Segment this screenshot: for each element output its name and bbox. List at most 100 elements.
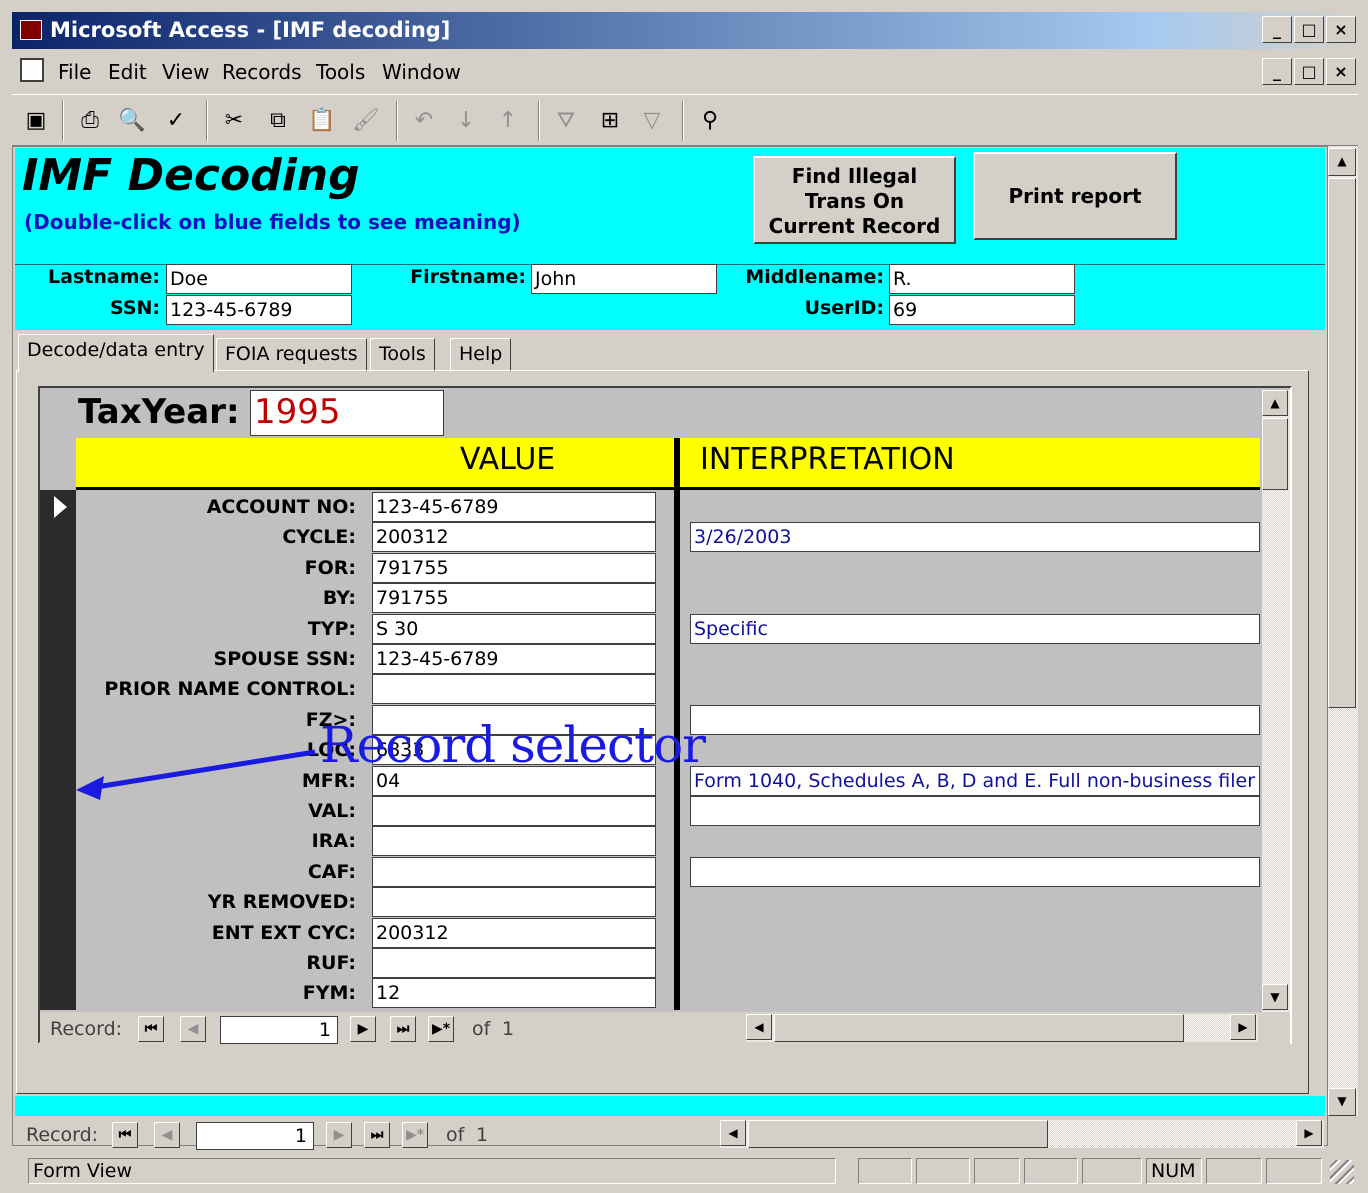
row-interpretation-field[interactable]	[690, 796, 1260, 826]
apply-filter-icon[interactable]: ▽	[634, 103, 670, 139]
subform-record-number-field[interactable]: 1	[220, 1016, 338, 1044]
main-new-record-icon[interactable]: ▶*	[402, 1122, 428, 1148]
filter-by-form-icon[interactable]: ⊞	[592, 103, 628, 139]
menu-tools[interactable]: Tools	[316, 60, 365, 84]
row-interpretation-field[interactable]	[690, 705, 1260, 735]
print-preview-icon[interactable]: 🔍	[114, 103, 150, 139]
userid-field[interactable]: 69	[889, 295, 1075, 325]
row-interpretation-field[interactable]: Specific	[690, 614, 1260, 644]
subform-scroll-down-button[interactable]: ▼	[1262, 984, 1288, 1010]
print-report-button[interactable]: Print report	[973, 152, 1177, 240]
copy-icon[interactable]: ⧉	[260, 103, 296, 139]
menu-edit[interactable]: Edit	[108, 60, 147, 84]
row-value-field[interactable]	[372, 674, 656, 704]
record-selector-annotation: Record selector	[320, 716, 706, 774]
first-record-icon[interactable]: ⏮	[138, 1016, 164, 1042]
tab-help[interactable]: Help	[450, 338, 512, 372]
row-value-field[interactable]: S 30	[372, 614, 656, 644]
menu-view[interactable]: View	[162, 60, 209, 84]
find-illegal-trans-button[interactable]: Find Illegal Trans On Current Record	[753, 156, 956, 244]
menu-records[interactable]: Records	[222, 60, 302, 84]
row-interpretation-field[interactable]: 3/26/2003	[690, 522, 1260, 552]
form-subtitle: (Double-click on blue fields to see mean…	[24, 210, 521, 234]
subform-record-total: 1	[502, 1018, 515, 1040]
annotation-arrow-line	[89, 749, 316, 791]
main-hscroll-thumb[interactable]	[748, 1120, 1048, 1148]
row-value-field[interactable]: 12	[372, 978, 656, 1008]
row-value-field[interactable]	[372, 948, 656, 978]
format-painter-icon[interactable]: 🖌	[348, 103, 384, 139]
toolbar: ▣ ⎙ 🔍 ✓ ✂ ⧉ 📋 🖌 ↶ ↓ ↑ ⛛ ⊞ ▽ ⚲	[12, 94, 1358, 146]
row-value-field[interactable]	[372, 857, 656, 887]
subform-scroll-up-button[interactable]: ▲	[1262, 390, 1288, 416]
subform-scroll-left-button[interactable]: ◀	[746, 1014, 772, 1040]
lastname-field[interactable]: Doe	[166, 264, 352, 294]
row-value-field[interactable]: 123-45-6789	[372, 644, 656, 674]
row-value-field[interactable]: 200312	[372, 918, 656, 948]
form-doc-icon[interactable]	[20, 58, 44, 82]
firstname-label: Firstname:	[410, 266, 526, 288]
subform-hscroll-thumb[interactable]	[774, 1014, 1184, 1042]
row-value-field[interactable]: 791755	[372, 583, 656, 613]
undo-icon[interactable]: ↶	[406, 103, 442, 139]
close-button[interactable]: ×	[1326, 16, 1356, 43]
main-first-record-icon[interactable]: ⏮	[112, 1122, 138, 1148]
doc-close-button[interactable]: ×	[1326, 58, 1356, 85]
minimize-button[interactable]: _	[1262, 16, 1292, 43]
prev-record-icon[interactable]: ◀	[180, 1016, 206, 1042]
ssn-field[interactable]: 123-45-6789	[166, 295, 352, 325]
spelling-icon[interactable]: ✓	[158, 103, 194, 139]
doc-minimize-button[interactable]: _	[1262, 58, 1292, 85]
form-scroll-up-button[interactable]: ▲	[1328, 148, 1356, 176]
last-record-icon[interactable]: ⏭	[390, 1016, 416, 1042]
tab-decode-data-entry[interactable]: Decode/data entry	[18, 334, 214, 372]
tab-tools[interactable]: Tools	[370, 338, 435, 372]
row-label: CAF:	[307, 861, 356, 883]
form-scroll-thumb[interactable]	[1328, 178, 1356, 708]
interpretation-column-header: INTERPRETATION	[700, 442, 955, 477]
row-interpretation-field[interactable]	[690, 857, 1260, 887]
row-interpretation-field[interactable]: Form 1040, Schedules A, B, D and E. Full…	[690, 766, 1260, 796]
doc-restore-button[interactable]: □	[1294, 58, 1324, 85]
form-scroll-down-button[interactable]: ▼	[1328, 1088, 1356, 1116]
title-bar: Microsoft Access - [IMF decoding] _ □ ×	[12, 12, 1358, 49]
userid-label: UserID:	[804, 297, 884, 319]
next-record-icon[interactable]: ▶	[350, 1016, 376, 1042]
find-binoculars-icon[interactable]: ⚲	[692, 103, 728, 139]
menu-file[interactable]: File	[58, 60, 91, 84]
menu-window[interactable]: Window	[382, 60, 461, 84]
sort-descending-icon[interactable]: ↑	[490, 103, 526, 139]
main-of-label: of	[446, 1124, 465, 1146]
row-label: TYP:	[307, 618, 356, 640]
row-value-field[interactable]: 200312	[372, 522, 656, 552]
main-scroll-right-button[interactable]: ▶	[1296, 1120, 1322, 1146]
tab-foia-requests[interactable]: FOIA requests	[216, 338, 367, 372]
row-value-field[interactable]: 791755	[372, 553, 656, 583]
maximize-button[interactable]: □	[1294, 16, 1324, 43]
taxyear-field[interactable]: 1995	[250, 390, 444, 436]
subform-record-label: Record:	[50, 1018, 123, 1040]
subform-scroll-thumb[interactable]	[1262, 418, 1288, 490]
firstname-field[interactable]: John	[531, 264, 717, 294]
row-label: YR REMOVED:	[207, 891, 356, 913]
main-record-label: Record:	[26, 1124, 99, 1146]
row-label: CYCLE:	[282, 526, 356, 548]
row-value-field[interactable]	[372, 826, 656, 856]
resize-grip-icon[interactable]	[1330, 1160, 1354, 1184]
print-icon[interactable]: ⎙	[72, 103, 108, 139]
main-record-number-field[interactable]: 1	[196, 1122, 314, 1150]
filter-by-selection-icon[interactable]: ⛛	[548, 103, 584, 139]
main-scroll-left-button[interactable]: ◀	[720, 1120, 746, 1146]
new-record-icon[interactable]: ▶*	[428, 1016, 454, 1042]
main-next-record-icon[interactable]: ▶	[326, 1122, 352, 1148]
row-value-field[interactable]: 123-45-6789	[372, 492, 656, 522]
middlename-field[interactable]: R.	[889, 264, 1075, 294]
row-value-field[interactable]	[372, 887, 656, 917]
cut-icon[interactable]: ✂	[216, 103, 252, 139]
sort-ascending-icon[interactable]: ↓	[448, 103, 484, 139]
paste-icon[interactable]: 📋	[304, 103, 340, 139]
subform-scroll-right-button[interactable]: ▶	[1230, 1014, 1256, 1040]
main-prev-record-icon[interactable]: ◀	[154, 1122, 180, 1148]
main-last-record-icon[interactable]: ⏭	[364, 1122, 390, 1148]
save-icon[interactable]: ▣	[18, 103, 54, 139]
